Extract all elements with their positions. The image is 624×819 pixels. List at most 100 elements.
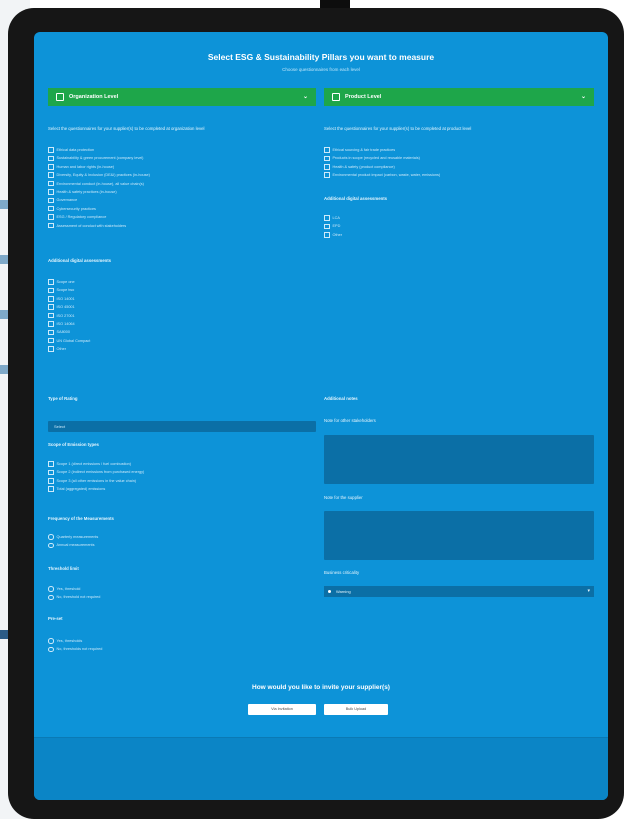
building-icon — [56, 92, 64, 101]
checkbox[interactable] — [324, 215, 330, 221]
list-item[interactable]: ISO 14064 — [48, 320, 316, 328]
org-questionnaire-list: Ethical data protection Sustainability &… — [48, 146, 316, 230]
checkbox[interactable] — [48, 155, 54, 162]
product-additional-list: LCA EPD Other — [324, 214, 594, 239]
list-item[interactable]: Yes, thresholds — [48, 637, 316, 645]
list-item[interactable]: Environmental conduct (in-house), all va… — [48, 180, 316, 188]
list-item[interactable]: No, thresholds not required — [48, 645, 316, 653]
radio[interactable] — [48, 534, 54, 540]
checkbox[interactable] — [48, 478, 54, 484]
checkbox[interactable] — [48, 296, 54, 302]
list-item[interactable]: Governance — [48, 196, 316, 204]
list-item[interactable]: LCA — [324, 214, 594, 222]
frequency-label: Frequency of the Measurements — [48, 516, 114, 521]
list-item[interactable]: No, threshold not required — [48, 593, 316, 601]
page-title: Select ESG & Sustainability Pillars you … — [207, 52, 435, 62]
status-dot-icon — [328, 590, 331, 593]
list-item[interactable]: Scope one — [48, 278, 316, 286]
preset-label: Pre-set — [48, 616, 63, 621]
org-additional-list: Scope one Scope two ISO 14001 ISO 45001 … — [48, 278, 316, 354]
checkbox[interactable] — [48, 197, 54, 204]
list-item[interactable]: Assessment of conduct with stakeholders — [48, 222, 316, 230]
list-item[interactable]: Other — [324, 231, 594, 239]
checkbox[interactable] — [48, 304, 54, 310]
box-icon — [332, 92, 340, 101]
list-item[interactable]: Scope 2 (indirect emissions from purchas… — [48, 468, 316, 476]
list-item[interactable]: Health & safety (product compliance) — [324, 163, 594, 171]
org-question: Select the questionnaires for your suppl… — [48, 126, 205, 131]
checkbox[interactable] — [48, 346, 54, 352]
checkbox[interactable] — [48, 461, 54, 467]
type-of-rating-select[interactable]: Select — [48, 421, 316, 432]
radio[interactable] — [48, 594, 54, 601]
list-item[interactable]: SA8000 — [48, 328, 316, 336]
checkbox[interactable] — [48, 486, 54, 492]
checkbox[interactable] — [324, 223, 330, 230]
checkbox[interactable] — [48, 189, 54, 195]
checkbox[interactable] — [324, 232, 330, 238]
checkbox[interactable] — [48, 147, 54, 153]
checkbox[interactable] — [48, 321, 54, 327]
list-item[interactable]: Ethical data protection — [48, 146, 316, 154]
additional-notes-label: Additional notes — [324, 396, 358, 401]
checkbox[interactable] — [48, 205, 54, 212]
list-item[interactable]: Health & safety practices (in-house) — [48, 188, 316, 196]
checkbox[interactable] — [324, 164, 330, 170]
list-item[interactable]: Sustainability & green procurement (comp… — [48, 154, 316, 162]
list-item[interactable]: ISO 27001 — [48, 312, 316, 320]
priority-value: Warning — [336, 589, 351, 594]
checkbox[interactable] — [48, 214, 54, 220]
list-item[interactable]: Cybersecurity practices — [48, 205, 316, 213]
list-item[interactable]: Scope two — [48, 286, 316, 294]
via-invitation-button[interactable]: Via Invitation — [248, 704, 316, 715]
list-item[interactable]: Ethical sourcing & fair trade practices — [324, 146, 594, 154]
radio[interactable] — [48, 542, 54, 549]
checkbox[interactable] — [48, 469, 54, 476]
checkbox[interactable] — [48, 329, 54, 336]
page-subtitle: Choose questionnaires from each level — [282, 67, 360, 72]
list-item[interactable]: Scope 3 (all other emissions in the valu… — [48, 477, 316, 485]
list-item[interactable]: Annual measurements — [48, 541, 316, 549]
radio[interactable] — [48, 646, 54, 653]
list-item[interactable]: Other — [48, 345, 316, 353]
organization-level-header[interactable]: Organization Level ⌄ — [48, 88, 316, 106]
bulk-upload-button[interactable]: Bulk Upload — [324, 704, 388, 715]
checkbox[interactable] — [48, 164, 54, 170]
invite-title: How would you like to invite your suppli… — [252, 684, 390, 691]
product-additional-title: Additional digital assessments — [324, 196, 388, 201]
product-level-label: Product Level — [345, 94, 382, 100]
list-item[interactable]: EPD — [324, 222, 594, 230]
radio[interactable] — [48, 586, 54, 592]
list-item[interactable]: Total (aggregated) emissions — [48, 485, 316, 493]
checkbox[interactable] — [48, 172, 54, 178]
list-item[interactable]: Scope 1 (direct emissions / fuel combust… — [48, 460, 316, 468]
checkbox[interactable] — [48, 312, 54, 319]
list-item[interactable]: ISO 14001 — [48, 295, 316, 303]
list-item[interactable]: ISO 45001 — [48, 303, 316, 311]
note-supplier-textarea[interactable] — [324, 511, 594, 560]
checkbox[interactable] — [48, 287, 54, 294]
checkbox[interactable] — [48, 337, 54, 344]
list-item[interactable]: ESG / Regulatory compliance — [48, 213, 316, 221]
priority-select[interactable]: Warning ▾ — [324, 586, 594, 597]
checkbox[interactable] — [48, 180, 54, 187]
checkbox[interactable] — [324, 155, 330, 162]
product-level-header[interactable]: Product Level ⌄ — [324, 88, 594, 106]
list-item[interactable]: Human and labor rights (in-house) — [48, 163, 316, 171]
checkbox[interactable] — [324, 172, 330, 178]
note-stakeholders-textarea[interactable] — [324, 435, 594, 484]
list-item[interactable]: Yes, threshold — [48, 585, 316, 593]
frequency-list: Quarterly measurements Annual measuremen… — [48, 533, 316, 550]
radio[interactable] — [48, 638, 54, 644]
list-item[interactable]: UN Global Compact — [48, 337, 316, 345]
list-item[interactable]: Environmental product impact (carbon, wa… — [324, 171, 594, 179]
checkbox[interactable] — [48, 279, 54, 285]
list-item[interactable]: Quarterly measurements — [48, 533, 316, 541]
product-questionnaire-list: Ethical sourcing & fair trade practices … — [324, 146, 594, 180]
screen-footer — [34, 737, 608, 800]
checkbox[interactable] — [324, 147, 330, 153]
list-item[interactable]: Products in scope (recycled and reusable… — [324, 154, 594, 162]
list-item[interactable]: Diversity, Equity & Inclusion (DE&I) pra… — [48, 171, 316, 179]
checkbox[interactable] — [48, 222, 54, 229]
chevron-down-icon: ▾ — [587, 588, 590, 594]
